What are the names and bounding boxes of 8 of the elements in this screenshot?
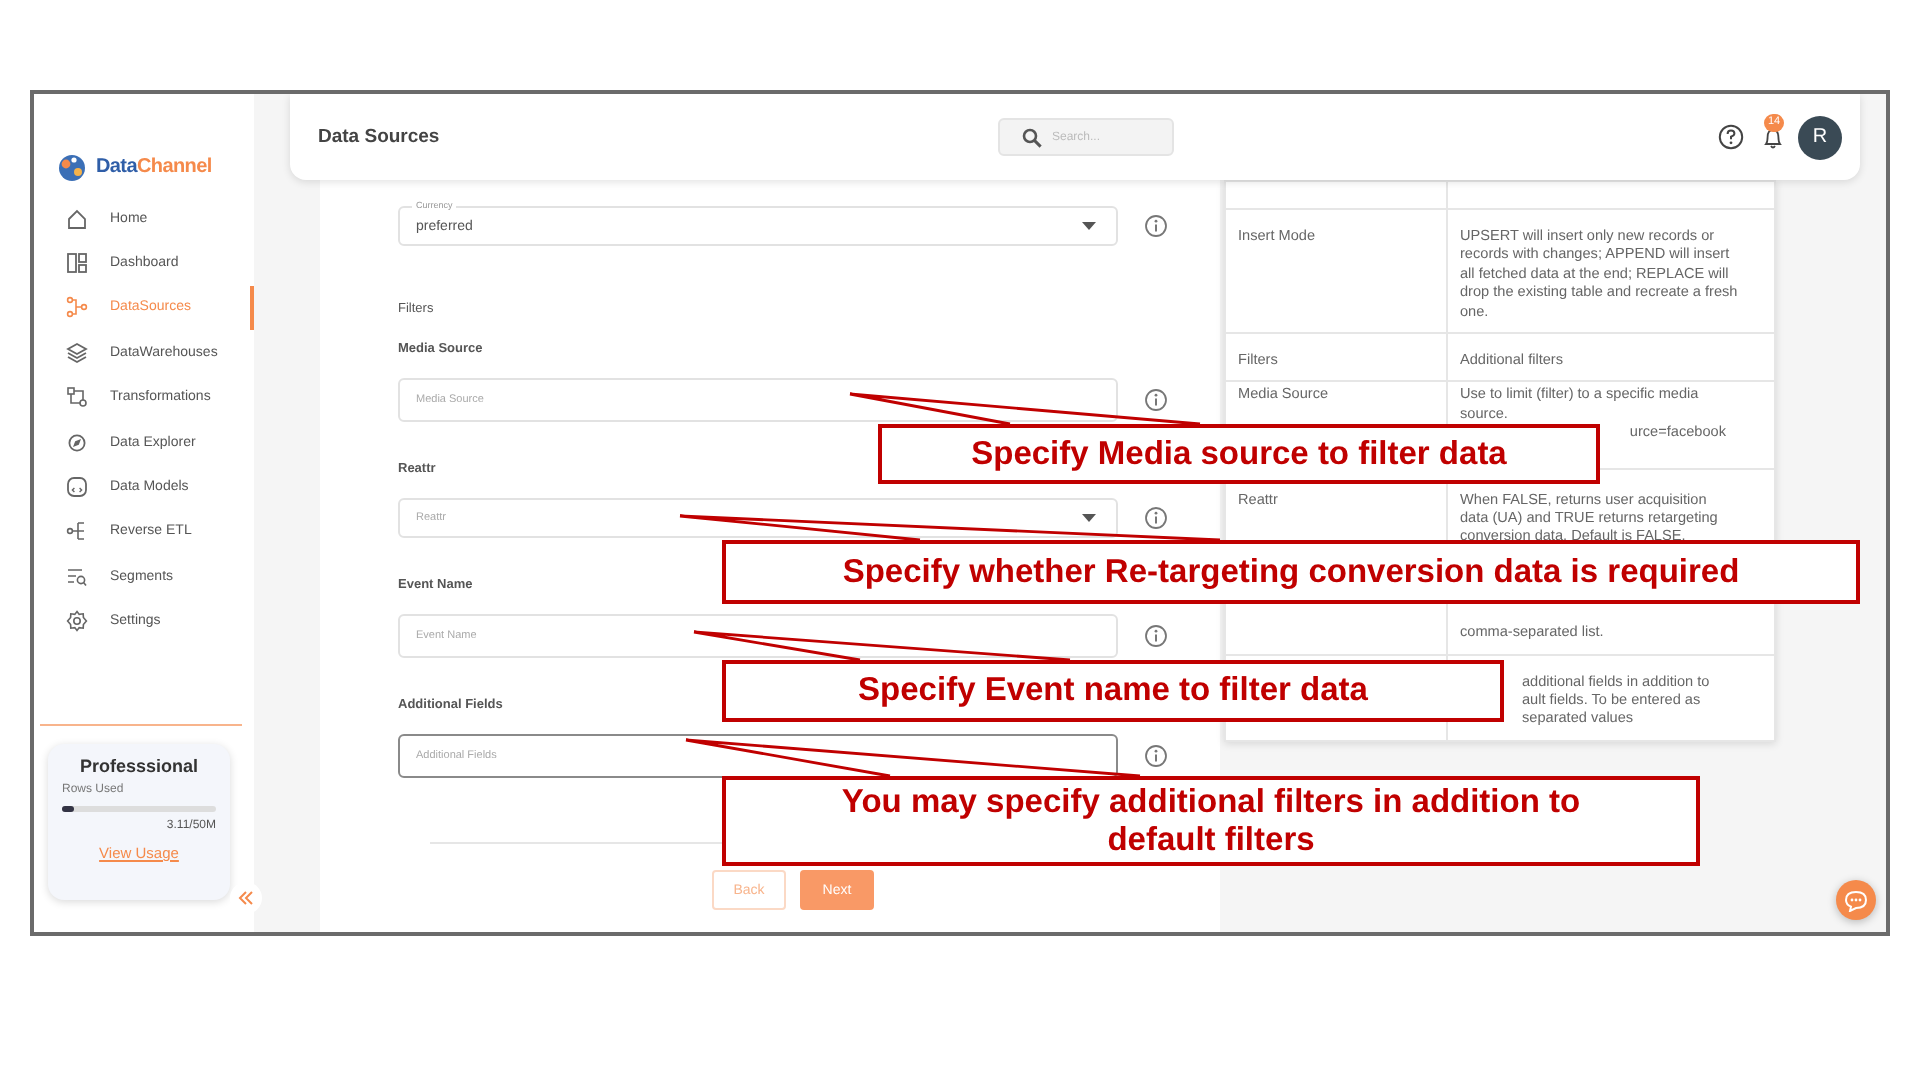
callout-box: You may specify additional filters in addition to default filters bbox=[722, 776, 1700, 866]
plan-title: Professsional bbox=[77, 755, 201, 776]
callout-box: Specify whether Re-targeting conversion data is required bbox=[722, 540, 1860, 604]
user-avatar[interactable]: R bbox=[1798, 115, 1842, 159]
logo-text: DataChannel bbox=[96, 156, 212, 178]
page-title: Data Sources bbox=[318, 126, 442, 148]
callout-box: Specify Media source to filter data bbox=[878, 424, 1600, 484]
callout-box: Specify Event name to filter data bbox=[722, 660, 1504, 722]
